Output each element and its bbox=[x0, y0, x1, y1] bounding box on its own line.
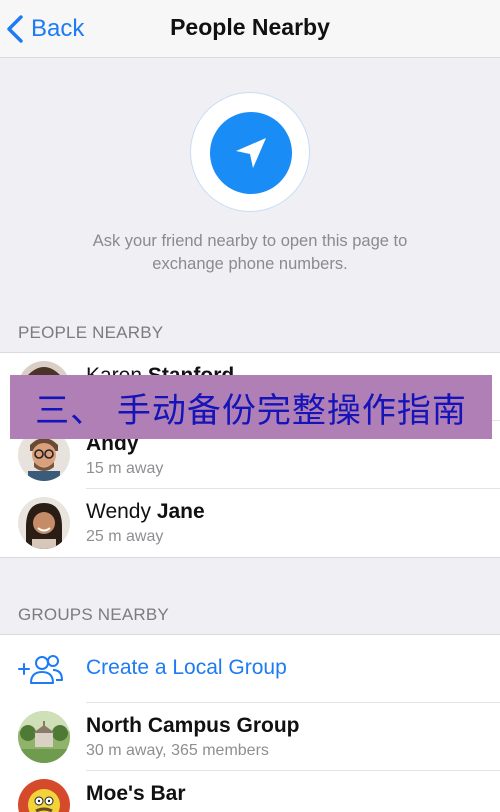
campus-avatar bbox=[18, 711, 70, 763]
group-name: Moe's Bar bbox=[86, 782, 186, 805]
nav-bar: Back People Nearby bbox=[0, 0, 500, 58]
list-item[interactable]: Moe's Bar bbox=[0, 771, 500, 812]
location-arrow-icon bbox=[236, 138, 266, 168]
people-nearby-screen: Back People Nearby Ask your friend nearb… bbox=[0, 0, 500, 812]
wendy-avatar bbox=[18, 497, 70, 549]
location-halo bbox=[190, 92, 310, 212]
person-distance: 25 m away bbox=[86, 528, 164, 545]
person-distance: 15 m away bbox=[86, 460, 164, 477]
hero-section: Ask your friend nearby to open this page… bbox=[0, 58, 500, 290]
groups-list: Create a Local Group North Campus Group … bbox=[0, 634, 500, 812]
create-group-label: Create a Local Group bbox=[86, 656, 287, 679]
group-details: 30 m away, 365 members bbox=[86, 742, 269, 759]
location-badge bbox=[210, 112, 292, 194]
overlay-banner: 三、 手动备份完整操作指南 bbox=[10, 375, 492, 439]
list-item[interactable]: Wendy Jane 25 m away bbox=[0, 489, 500, 557]
create-local-group-button[interactable]: Create a Local Group bbox=[0, 635, 500, 703]
hero-description: Ask your friend nearby to open this page… bbox=[40, 230, 460, 276]
person-name: Wendy Jane bbox=[86, 500, 205, 523]
moes-bar-avatar bbox=[18, 779, 70, 812]
group-name: North Campus Group bbox=[86, 714, 300, 737]
people-nearby-header: PEOPLE NEARBY bbox=[18, 323, 164, 342]
hero-text-line-1: Ask your friend nearby to open this page… bbox=[92, 232, 408, 250]
overlay-banner-text: 三、 手动备份完整操作指南 bbox=[35, 390, 467, 431]
add-group-icon bbox=[18, 655, 63, 684]
hero-text-line-2: exchange phone numbers. bbox=[152, 255, 348, 273]
groups-nearby-header: GROUPS NEARBY bbox=[18, 605, 169, 624]
list-item[interactable]: North Campus Group 30 m away, 365 member… bbox=[0, 703, 500, 771]
page-title: People Nearby bbox=[170, 14, 330, 40]
